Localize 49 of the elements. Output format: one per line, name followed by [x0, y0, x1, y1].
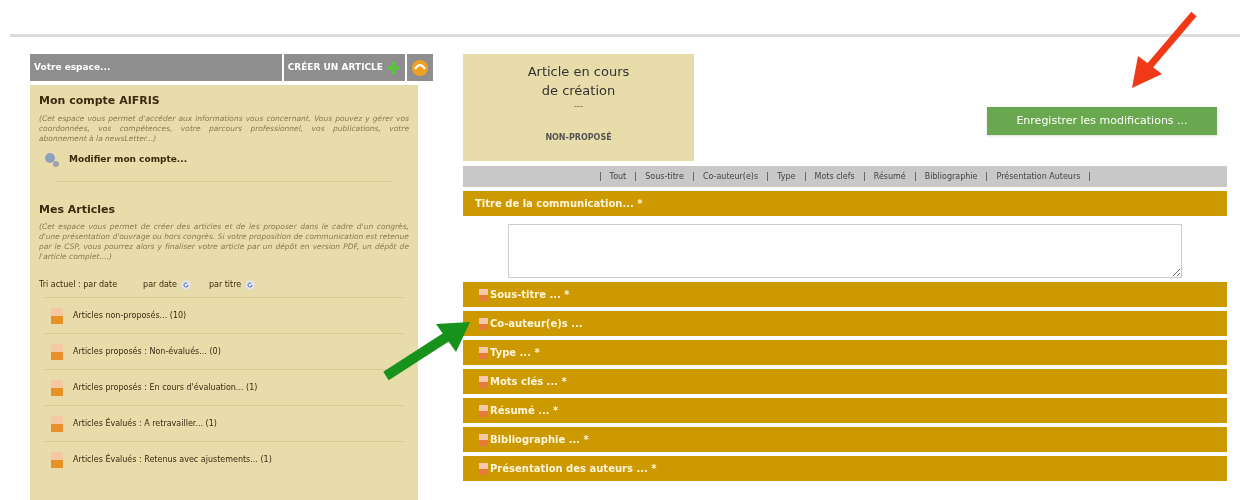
article-category-link[interactable]: Articles non-proposés... (10) — [73, 309, 187, 322]
refresh-button[interactable] — [407, 54, 433, 81]
section-tab[interactable]: Bibliographie — [924, 170, 978, 183]
document-icon — [479, 462, 488, 475]
article-category-link[interactable]: Articles Évalués : Retenus avec ajustements... (1) — [73, 453, 272, 466]
status-label: NON-PROPOSÉ — [545, 131, 612, 144]
sort-status: Tri actuel : par date — [39, 279, 118, 291]
sort-link[interactable]: par titre — [208, 279, 256, 291]
document-icon — [479, 288, 488, 301]
section-title: Mes Articles — [39, 201, 117, 218]
swirl-icon — [411, 58, 429, 77]
modify-account-link[interactable]: Modifier mon compte... — [69, 152, 188, 167]
section-tab[interactable]: Co-auteur(e)s — [702, 170, 759, 183]
document-icon — [51, 451, 63, 468]
section-label: Présentation des auteurs ... * — [490, 462, 657, 476]
document-icon — [479, 317, 488, 330]
article-category-link[interactable]: Articles proposés : En cours d'évaluation... (1) — [73, 381, 258, 394]
document-icon — [479, 433, 488, 446]
section-label: Type ... * — [490, 346, 540, 360]
document-icon — [479, 346, 488, 359]
document-icon — [51, 379, 63, 396]
document-icon — [51, 343, 63, 360]
section-tab[interactable]: Type — [777, 170, 796, 183]
section-label: Mots clés ... * — [490, 375, 567, 389]
card-title: Article en cours de création — [526, 63, 631, 100]
section-label: Co-auteur(e)s ... — [490, 317, 583, 331]
section-label: Résumé ... * — [490, 404, 559, 418]
sort-link[interactable]: par date — [143, 279, 191, 291]
section-label: Bibliographie ... * — [490, 433, 589, 447]
create-article-button[interactable]: CRÉER UN ARTICLE — [283, 54, 405, 81]
search-icon — [43, 151, 61, 168]
document-icon — [479, 404, 488, 417]
section-tab[interactable]: Présentation Auteurs — [996, 170, 1081, 183]
plus-icon — [387, 60, 401, 75]
section-tab[interactable]: Résumé — [873, 170, 906, 183]
section-title: Mon compte AIFRIS — [39, 93, 161, 109]
document-icon — [51, 307, 63, 324]
section-tab[interactable]: Sous-titre — [645, 170, 684, 183]
document-icon — [51, 415, 63, 432]
section-label: Sous-titre ... * — [490, 288, 570, 302]
sidebar-title: Votre espace... — [34, 60, 111, 74]
section-tab[interactable]: Tout — [609, 170, 627, 183]
refresh-icon — [180, 280, 191, 290]
article-category-link[interactable]: Articles proposés : Non-évalués... (0) — [73, 345, 221, 358]
card-dots: --- — [573, 100, 584, 113]
article-category-link[interactable]: Articles Évalués : A retravailler... (1) — [73, 417, 217, 430]
section-tab[interactable]: Mots clefs — [814, 170, 855, 183]
document-icon — [479, 375, 488, 388]
refresh-icon — [245, 280, 256, 290]
